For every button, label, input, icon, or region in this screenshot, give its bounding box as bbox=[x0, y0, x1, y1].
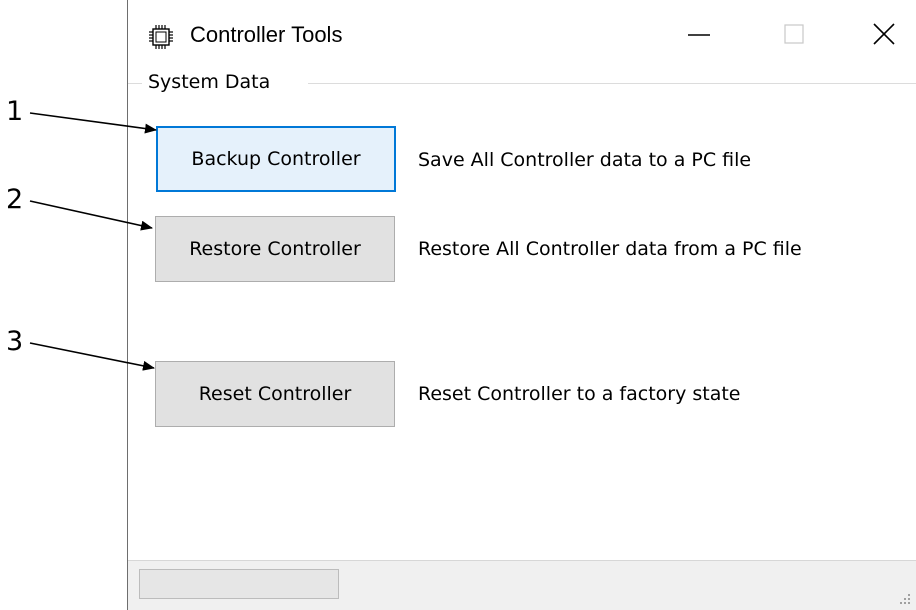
minimize-icon bbox=[688, 34, 710, 36]
groupbox-border-right bbox=[308, 83, 916, 84]
close-icon bbox=[873, 23, 895, 45]
resize-grip-icon[interactable] bbox=[896, 590, 912, 606]
groupbox-border-left bbox=[128, 83, 142, 84]
reset-controller-button[interactable]: Reset Controller bbox=[155, 361, 395, 427]
callout-number-1: 1 bbox=[6, 96, 24, 127]
title-bar[interactable]: Controller Tools bbox=[128, 0, 916, 70]
window-title: Controller Tools bbox=[190, 22, 343, 47]
maximize-button[interactable] bbox=[766, 10, 822, 58]
maximize-icon bbox=[784, 24, 804, 44]
backup-controller-button[interactable]: Backup Controller bbox=[156, 126, 396, 192]
status-panel bbox=[139, 569, 339, 599]
controller-tools-window: Controller Tools System Data Backup Cont… bbox=[127, 0, 916, 610]
reset-description: Reset Controller to a factory state bbox=[418, 383, 741, 405]
callout-number-2: 2 bbox=[6, 184, 24, 215]
backup-description: Save All Controller data to a PC file bbox=[418, 149, 752, 171]
group-label-system-data: System Data bbox=[148, 71, 271, 93]
restore-description: Restore All Controller data from a PC fi… bbox=[418, 238, 802, 260]
restore-controller-button[interactable]: Restore Controller bbox=[155, 216, 395, 282]
minimize-button[interactable] bbox=[671, 10, 727, 58]
page: 1 2 3 Controller Tools System Data Backu… bbox=[0, 0, 916, 610]
chip-icon bbox=[149, 25, 173, 49]
callout-number-3: 3 bbox=[6, 326, 24, 357]
status-bar bbox=[128, 560, 916, 610]
close-button[interactable] bbox=[856, 10, 912, 58]
